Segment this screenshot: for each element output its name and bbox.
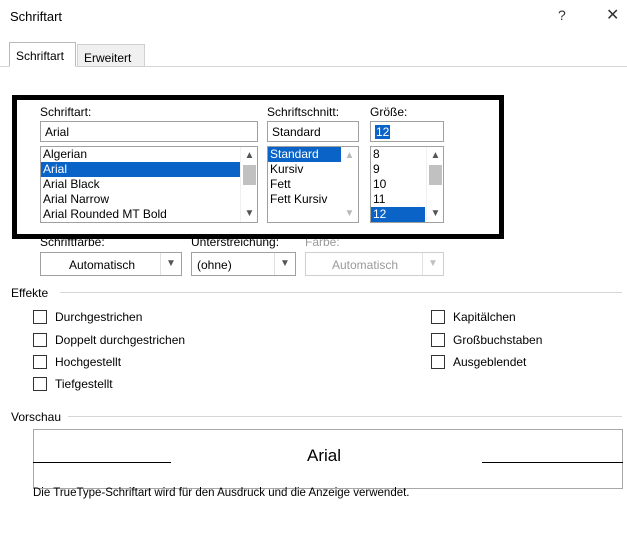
checkbox-box[interactable]	[33, 377, 47, 391]
scroll-thumb[interactable]	[429, 165, 442, 185]
chevron-down-icon[interactable]: ▼	[427, 206, 443, 221]
style-list[interactable]: Standard Kursiv Fett Fett Kursiv ▲ ▼	[267, 146, 359, 223]
list-item[interactable]: Arial Rounded MT Bold	[41, 207, 257, 222]
checkbox-box[interactable]	[33, 355, 47, 369]
font-scrollbar[interactable]: ▲ ▼	[240, 147, 257, 222]
effects-label: Effekte	[11, 286, 49, 300]
checkbox-box[interactable]	[431, 355, 445, 369]
effects-divider	[60, 292, 622, 293]
chevron-down-icon[interactable]: ▼	[241, 206, 257, 221]
chevron-down-icon[interactable]: ▼	[160, 253, 181, 275]
font-input[interactable]: Arial	[40, 121, 258, 142]
tab-label: Schriftart	[16, 49, 65, 63]
list-item[interactable]: Arial Narrow	[41, 192, 257, 207]
underline-value: (ohne)	[197, 258, 232, 272]
underline-dropdown[interactable]: (ohne) ▼	[191, 252, 296, 276]
checkbox-box[interactable]	[431, 333, 445, 347]
style-input[interactable]: Standard	[267, 121, 359, 142]
checkbox-box[interactable]	[33, 310, 47, 324]
size-input-text: 12	[375, 125, 391, 139]
chevron-down-icon[interactable]: ▼	[274, 253, 295, 275]
checkbox-label: Großbuchstaben	[453, 333, 543, 347]
style-label: Schriftschnitt:	[267, 105, 340, 119]
preview-line-left	[33, 462, 171, 463]
help-button[interactable]: ?	[558, 7, 566, 23]
tab-erweitert[interactable]: Erweitert	[77, 44, 145, 67]
checkbox-label: Durchgestrichen	[55, 310, 143, 324]
preview-sample-text: Arial	[307, 446, 342, 465]
checkbox-label: Ausgeblendet	[453, 355, 527, 369]
preview-divider	[68, 416, 622, 417]
list-item[interactable]: Arial Black	[41, 177, 257, 192]
checkbox-label: Hochgestellt	[55, 355, 122, 369]
chevron-up-icon[interactable]: ▲	[427, 148, 443, 163]
chevron-up-icon: ▲	[344, 150, 355, 161]
checkbox-box[interactable]	[33, 333, 47, 347]
size-label: Größe:	[370, 105, 408, 119]
size-list[interactable]: 8 9 10 11 12 ▲ ▼	[370, 146, 444, 223]
preview-label: Vorschau	[11, 410, 62, 424]
scroll-thumb[interactable]	[243, 165, 256, 185]
checkbox-label: Doppelt durchgestrichen	[55, 333, 186, 347]
font-info-text: Die TrueType-Schriftart wird für den Aus…	[33, 487, 410, 499]
underline-color-label: Farbe:	[305, 235, 340, 249]
underline-color-value: Automatisch	[332, 258, 399, 272]
list-item[interactable]: Arial	[41, 162, 257, 177]
font-label: Schriftart:	[40, 105, 92, 119]
font-color-value: Automatisch	[69, 258, 136, 272]
tab-label: Erweitert	[84, 51, 132, 65]
chevron-up-icon[interactable]: ▲	[241, 148, 257, 163]
underline-color-dropdown: Automatisch ▼	[305, 252, 444, 276]
font-color-label: Schriftfarbe:	[40, 235, 105, 249]
chevron-down-icon: ▼	[422, 253, 443, 275]
close-button[interactable]: ✕	[606, 5, 619, 25]
chevron-down-icon: ▼	[344, 208, 355, 219]
list-item[interactable]: Algerian	[41, 147, 257, 162]
checkbox-label: Tiefgestellt	[55, 377, 113, 391]
font-list[interactable]: Algerian Arial Arial Black Arial Narrow …	[40, 146, 258, 223]
tab-schriftart[interactable]: Schriftart	[9, 42, 76, 67]
style-scrollbar: ▲ ▼	[341, 147, 358, 222]
size-scrollbar[interactable]: ▲ ▼	[426, 147, 443, 222]
size-input[interactable]: 12	[370, 121, 444, 142]
dialog-title: Schriftart	[10, 9, 63, 24]
underline-label: Unterstreichung:	[191, 235, 280, 249]
preview-line-right	[482, 462, 623, 463]
font-color-dropdown[interactable]: Automatisch ▼	[40, 252, 182, 276]
list-item[interactable]: Standard	[268, 147, 342, 162]
list-item[interactable]: 12	[371, 207, 425, 222]
checkbox-box[interactable]	[431, 310, 445, 324]
checkbox-label: Kapitälchen	[453, 310, 516, 324]
